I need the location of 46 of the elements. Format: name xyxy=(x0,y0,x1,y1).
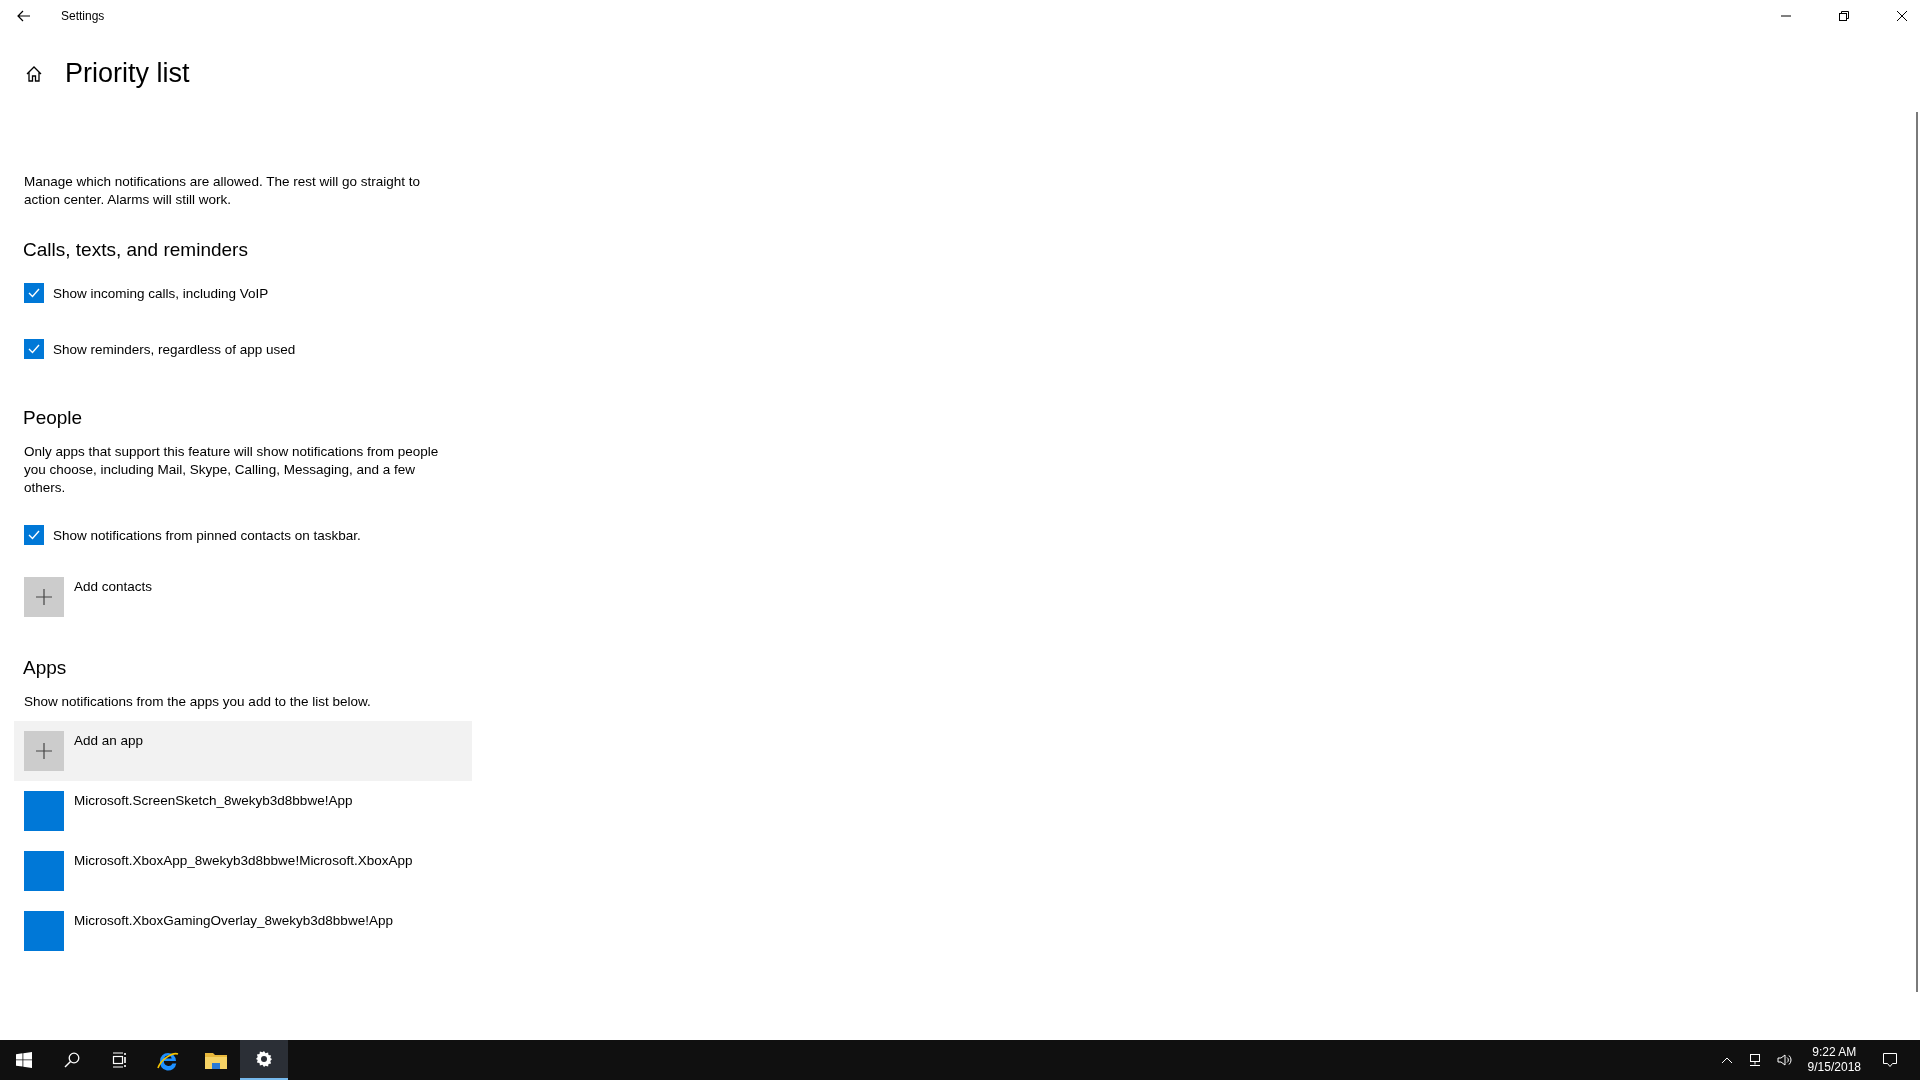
windows-icon xyxy=(16,1052,32,1068)
notification-icon[interactable] xyxy=(1882,1052,1898,1068)
checkmark-icon xyxy=(27,286,41,300)
add-row[interactable]: Add an app xyxy=(14,721,472,781)
back-icon[interactable] xyxy=(17,10,31,22)
app-name[interactable]: Microsoft.ScreenSketch_8wekyb3d8bbwe!App xyxy=(74,793,353,808)
section-heading: People xyxy=(23,407,84,429)
folder-icon xyxy=(205,1051,227,1069)
app-name[interactable]: Microsoft.XboxGamingOverlay_8wekyb3d8bbwe!App xyxy=(74,913,393,928)
page-title: Priority list xyxy=(65,58,190,89)
app-tile-icon xyxy=(24,851,64,891)
plus-icon xyxy=(24,577,64,617)
add-row[interactable]: Add contacts xyxy=(14,567,472,627)
speaker-icon[interactable] xyxy=(1776,1053,1793,1067)
checkbox-label: Show notifications from pinned contacts on taskbar. xyxy=(53,527,361,543)
close-icon[interactable] xyxy=(1896,10,1908,22)
section-description: Show notifications from the apps you add to the list below. xyxy=(24,693,372,711)
chevron-up-icon[interactable] xyxy=(1720,1056,1733,1064)
app-tile-icon xyxy=(24,911,64,951)
section-heading: Apps xyxy=(23,657,68,679)
checkbox[interactable] xyxy=(24,283,44,303)
clock-time: 9:22 AM xyxy=(1812,1045,1857,1060)
clock[interactable]: 9:22 AM 9/15/2018 xyxy=(1807,1045,1861,1075)
home-icon[interactable] xyxy=(25,64,43,83)
taskbar-button[interactable] xyxy=(240,1040,288,1080)
restore-icon[interactable] xyxy=(1838,10,1850,22)
search-icon xyxy=(64,1052,80,1068)
scrollbar[interactable] xyxy=(1916,112,1918,992)
gear-icon xyxy=(255,1050,273,1068)
plus-icon xyxy=(24,731,64,771)
window-title: Settings xyxy=(61,9,105,23)
page-description: Manage which notifications are allowed. The rest will go straight to action center. Alarms will still work. xyxy=(24,173,421,209)
section-heading: Calls, texts, and reminders xyxy=(23,239,249,261)
checkbox-label: Show reminders, regardless of app used xyxy=(53,341,296,357)
checkmark-icon xyxy=(27,342,41,356)
app-name[interactable]: Microsoft.XboxApp_8wekyb3d8bbwe!Microsoft.XboxApp xyxy=(74,853,413,868)
add-label: Add an app xyxy=(74,733,144,748)
checkbox[interactable] xyxy=(24,339,44,359)
checkbox[interactable] xyxy=(24,525,44,545)
task-view-icon xyxy=(112,1052,128,1068)
checkmark-icon xyxy=(27,528,41,542)
add-label: Add contacts xyxy=(74,579,153,594)
app-tile-icon xyxy=(24,791,64,831)
checkbox-label: Show incoming calls, including VoIP xyxy=(53,285,269,301)
clock-date: 9/15/2018 xyxy=(1807,1060,1861,1075)
section-description: Only apps that support this feature will show notifications from people you choose, including Mail, Skype, Calling, Messaging, and a few others. xyxy=(24,443,440,497)
